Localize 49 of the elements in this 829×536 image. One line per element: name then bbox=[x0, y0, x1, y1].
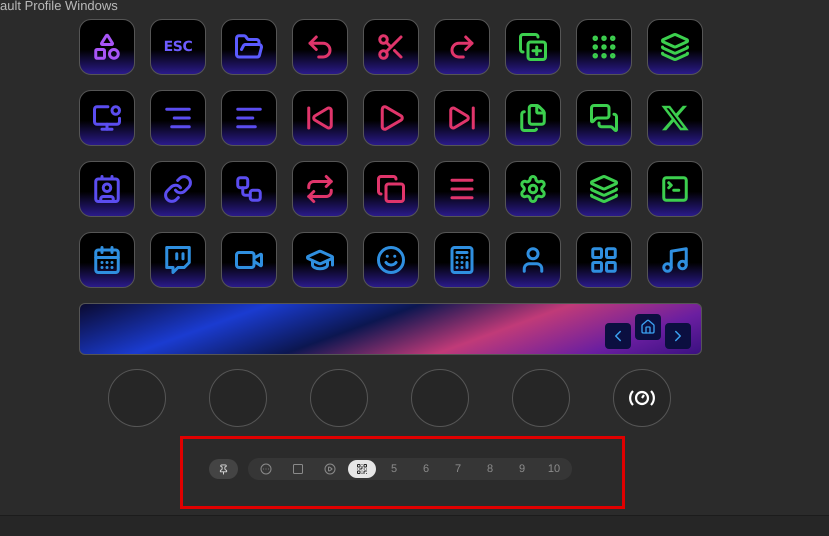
key-button[interactable] bbox=[647, 161, 703, 217]
key-button[interactable] bbox=[363, 19, 419, 75]
key-button[interactable] bbox=[363, 161, 419, 217]
key-button[interactable] bbox=[363, 232, 419, 288]
page-tab[interactable]: 9 bbox=[508, 460, 536, 478]
home-button[interactable] bbox=[635, 314, 661, 340]
key-button[interactable] bbox=[505, 161, 561, 217]
key-button[interactable] bbox=[576, 19, 632, 75]
key-button[interactable] bbox=[647, 232, 703, 288]
circle-icon bbox=[260, 463, 272, 475]
key-button[interactable] bbox=[221, 232, 277, 288]
key-button[interactable] bbox=[292, 232, 348, 288]
key-button[interactable] bbox=[647, 19, 703, 75]
square-icon bbox=[292, 463, 304, 475]
key-button[interactable] bbox=[576, 161, 632, 217]
key-button[interactable] bbox=[576, 232, 632, 288]
key-button[interactable] bbox=[292, 19, 348, 75]
key-button[interactable]: ESC bbox=[150, 19, 206, 75]
circle-play-icon bbox=[324, 463, 336, 475]
pin-icon bbox=[218, 464, 229, 474]
key-button[interactable] bbox=[434, 161, 490, 217]
key-button[interactable] bbox=[434, 232, 490, 288]
key-button[interactable] bbox=[292, 161, 348, 217]
key-button[interactable] bbox=[221, 19, 277, 75]
key-button[interactable] bbox=[505, 19, 561, 75]
key-button[interactable] bbox=[647, 90, 703, 146]
key-button[interactable] bbox=[79, 19, 135, 75]
page-tab[interactable]: 6 bbox=[412, 460, 440, 478]
window-title: ault Profile Windows bbox=[0, 0, 118, 14]
dial-icon bbox=[629, 388, 655, 408]
key-button[interactable] bbox=[363, 90, 419, 146]
key-button[interactable] bbox=[505, 232, 561, 288]
key-button[interactable] bbox=[434, 90, 490, 146]
page-tab[interactable]: 10 bbox=[540, 460, 568, 478]
page-tab[interactable]: 8 bbox=[476, 460, 504, 478]
key-button[interactable] bbox=[150, 232, 206, 288]
key-button[interactable] bbox=[434, 19, 490, 75]
key-button[interactable] bbox=[292, 90, 348, 146]
page-tab[interactable] bbox=[348, 460, 376, 478]
key-button[interactable] bbox=[505, 90, 561, 146]
pin-button[interactable] bbox=[209, 459, 238, 479]
qr-icon bbox=[356, 463, 368, 475]
page-tab[interactable]: 7 bbox=[444, 460, 472, 478]
page-tab[interactable]: 5 bbox=[380, 460, 408, 478]
key-button[interactable] bbox=[576, 90, 632, 146]
key-button[interactable] bbox=[79, 232, 135, 288]
home-icon bbox=[640, 319, 656, 335]
next-button[interactable] bbox=[665, 323, 691, 349]
previous-button[interactable] bbox=[605, 323, 631, 349]
